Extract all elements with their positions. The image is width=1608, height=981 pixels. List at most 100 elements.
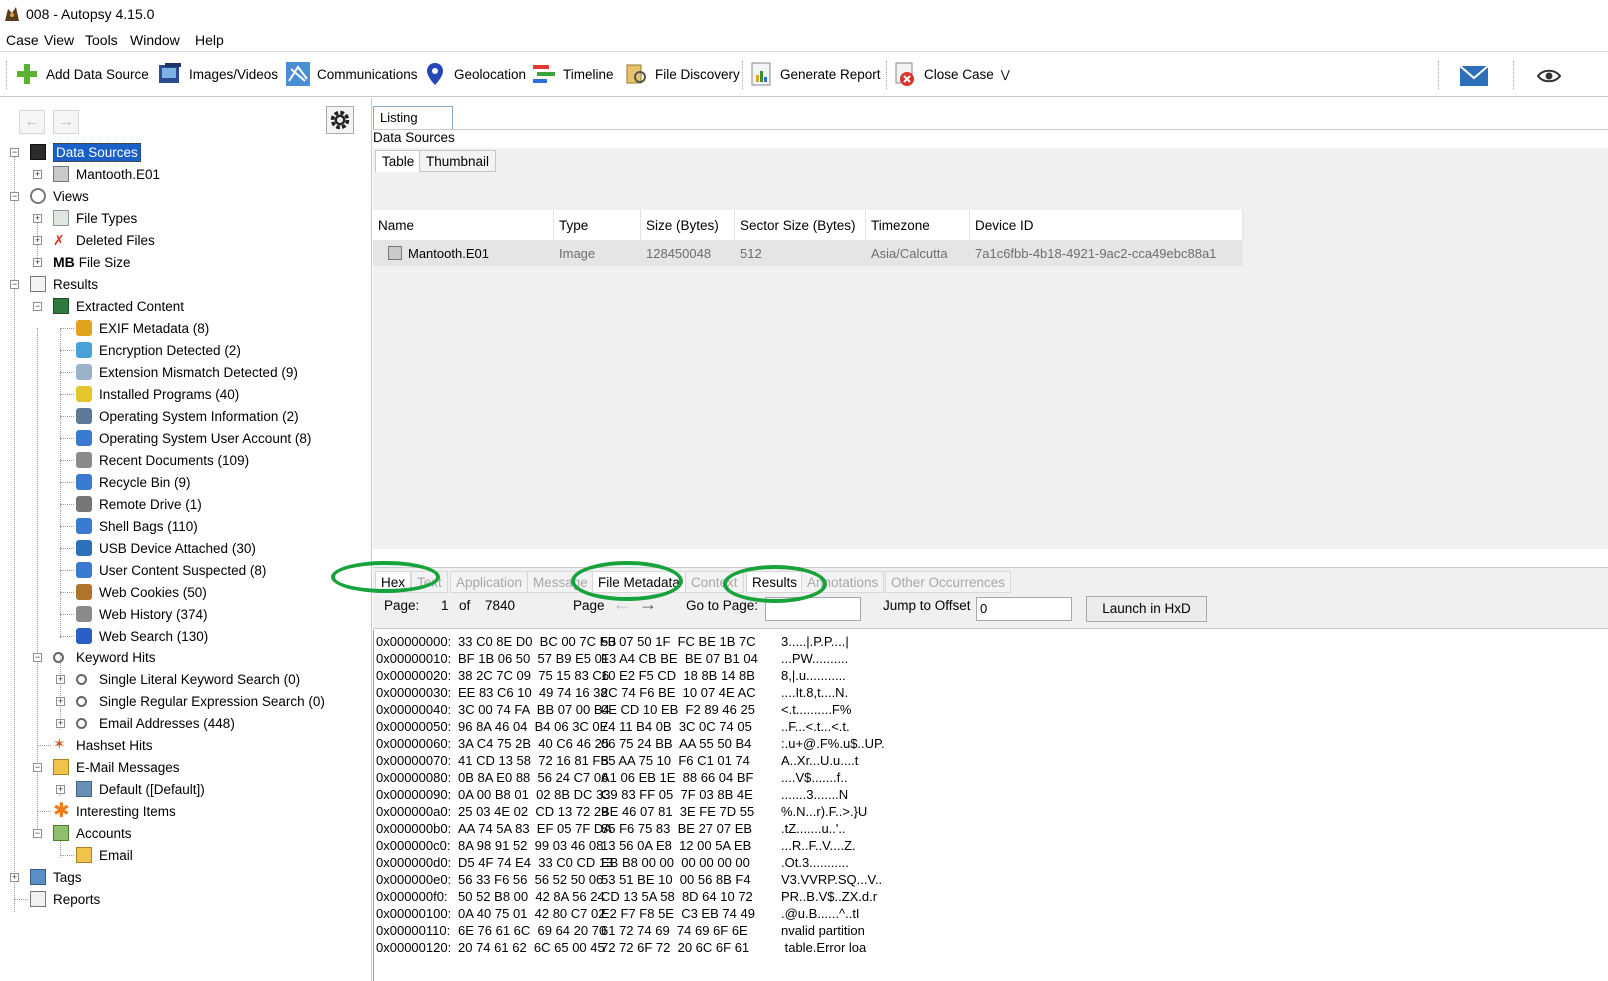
- tree-extracted-item[interactable]: User Content Suspected (8): [76, 559, 266, 581]
- hex-row: 0x00000010: BF 1B 06 50 57 B9 E5 01F3 A4 …: [376, 651, 848, 666]
- tree-extracted-item[interactable]: Installed Programs (40): [76, 383, 239, 405]
- tree-keyword-item[interactable]: Single Literal Keyword Search (0): [76, 668, 300, 690]
- tree-deleted-files[interactable]: ✗ Deleted Files: [53, 229, 155, 251]
- menu-case[interactable]: Case: [6, 32, 39, 48]
- hex-off: 0x000000b0:: [376, 821, 452, 836]
- hex-off: 0x00000070:: [376, 753, 452, 768]
- communications-button[interactable]: Communications: [285, 59, 418, 89]
- column-header-name[interactable]: Name: [373, 210, 554, 240]
- add-data-source-button[interactable]: Add Data Source: [14, 59, 149, 89]
- geolocation-button[interactable]: Geolocation: [422, 59, 526, 89]
- content-viewer-tabs: Hex Text Application Message File Metada…: [373, 567, 1608, 593]
- forward-arrow-icon[interactable]: →: [53, 110, 79, 134]
- column-header-sector-size[interactable]: Sector Size (Bytes): [735, 210, 866, 240]
- directory-tree-panel: ← → − Data Sources + Mantooth.E01 − View…: [0, 98, 372, 981]
- tab-other-occurrences[interactable]: Other Occurrences: [885, 571, 1012, 593]
- hex-h2: 2C 74 F6 BE 10 07 4E AC: [601, 685, 756, 700]
- tree-email-messages[interactable]: E-Mail Messages: [53, 756, 180, 778]
- tab-thumbnail[interactable]: Thumbnail: [419, 150, 497, 172]
- hashset-icon: ✶: [53, 736, 66, 753]
- tree-item-label: Web Cookies (50): [99, 584, 207, 600]
- tree-file-size[interactable]: MB File Size: [53, 251, 131, 273]
- column-header-device-id[interactable]: Device ID: [970, 210, 1243, 240]
- tree-default-folder[interactable]: Default ([Default]): [76, 778, 205, 800]
- hex-off: 0x00000120:: [376, 940, 452, 955]
- tree-email[interactable]: Email: [76, 844, 133, 866]
- tab-listing[interactable]: Listing: [373, 106, 453, 130]
- tree-data-sources[interactable]: Data Sources: [30, 141, 141, 163]
- tree-extracted-item[interactable]: Recycle Bin (9): [76, 471, 191, 493]
- tree-extracted-item[interactable]: Encryption Detected (2): [76, 339, 241, 361]
- tree-extracted-item[interactable]: Web Search (130): [76, 625, 208, 647]
- tree-results[interactable]: Results: [30, 273, 98, 295]
- hex-h1: 96 8A 46 04 B4 06 3C 0E: [458, 719, 609, 734]
- column-header-size[interactable]: Size (Bytes): [641, 210, 735, 240]
- hex-h2: F3 A4 CB BE BE 07 B1 04: [601, 651, 758, 666]
- eye-icon[interactable]: [1537, 68, 1561, 84]
- hex-h2: 85 F6 75 83 BE 27 07 EB: [601, 821, 753, 836]
- tree-extracted-item[interactable]: USB Device Attached (30): [76, 537, 256, 559]
- tree-item-label: USB Device Attached (30): [99, 540, 256, 556]
- menu-view[interactable]: View: [44, 32, 74, 48]
- mb-icon: MB: [53, 254, 75, 270]
- column-header-timezone[interactable]: Timezone: [866, 210, 970, 240]
- generate-report-button[interactable]: Generate Report: [748, 59, 881, 89]
- add-plus-icon: [17, 64, 37, 84]
- jump-to-offset-input[interactable]: 0: [976, 597, 1072, 621]
- tree-extracted-item[interactable]: Shell Bags (110): [76, 515, 198, 537]
- tree-hashset-hits[interactable]: ✶ Hashset Hits: [53, 734, 153, 756]
- tree-tags[interactable]: Tags: [30, 866, 82, 888]
- table-row[interactable]: Mantooth.E01 Image 128450048 512 Asia/Ca…: [373, 240, 1243, 266]
- disk-image-icon: [388, 246, 402, 260]
- tree-extracted-content[interactable]: Extracted Content: [53, 295, 184, 317]
- hex-h1: 0A 00 B8 01 02 8B DC 33: [458, 787, 611, 802]
- menu-help[interactable]: Help: [195, 32, 224, 48]
- hex-h1: 8A 98 91 52 99 03 46 08: [458, 838, 604, 853]
- hex-view[interactable]: 0x00000000: 33 C0 8E D0 BC 00 7C FB50 07 …: [373, 630, 1608, 981]
- tree-reports[interactable]: Reports: [30, 888, 100, 910]
- hex-h2: C9 83 FF 05 7F 03 8B 4E: [601, 787, 753, 802]
- file-discovery-button[interactable]: File Discovery: [623, 59, 740, 89]
- communications-icon: [286, 62, 310, 86]
- of-label: of: [459, 598, 471, 613]
- tab-table[interactable]: Table: [375, 150, 422, 172]
- chevron-down-icon[interactable]: ⋁: [1001, 68, 1010, 81]
- launch-in-hxd-button[interactable]: Launch in HxD: [1086, 596, 1207, 622]
- timeline-button[interactable]: Timeline: [531, 59, 614, 89]
- tree-accounts[interactable]: Accounts: [53, 822, 132, 844]
- hex-row: 0x00000100: 0A 40 75 01 42 80 C7 02E2 F7 …: [376, 906, 860, 921]
- tree-extracted-item[interactable]: Operating System Information (2): [76, 405, 299, 427]
- tree-mantooth-e01[interactable]: Mantooth.E01: [53, 163, 160, 185]
- page-label: Page:: [384, 598, 420, 613]
- menu-tools[interactable]: Tools: [85, 32, 118, 48]
- hex-asc: ....V$.......f..: [781, 770, 848, 785]
- tree-keyword-hits[interactable]: Keyword Hits: [53, 646, 156, 668]
- gear-icon[interactable]: [326, 106, 354, 134]
- images-videos-button[interactable]: Images/Videos: [157, 59, 278, 89]
- tree-file-types[interactable]: File Types: [53, 207, 137, 229]
- hex-row: 0x00000020: 38 2C 7C 09 75 15 83 C610 E2 …: [376, 668, 846, 683]
- cell-timezone: Asia/Calcutta: [871, 246, 948, 261]
- tree-extracted-item[interactable]: Web History (374): [76, 603, 208, 625]
- tree-interesting-items[interactable]: ✱ Interesting Items: [53, 800, 176, 822]
- magnifier-icon: [76, 695, 87, 707]
- mail-icon[interactable]: [1459, 65, 1489, 87]
- tab-application[interactable]: Application: [450, 571, 529, 593]
- tree-keyword-item[interactable]: Email Addresses (448): [76, 712, 235, 734]
- tree-keyword-item[interactable]: Single Regular Expression Search (0): [76, 690, 325, 712]
- tree-views[interactable]: Views: [30, 185, 89, 207]
- tree-extracted-item[interactable]: Extension Mismatch Detected (9): [76, 361, 298, 383]
- tree-extracted-item[interactable]: Recent Documents (109): [76, 449, 249, 471]
- menu-window[interactable]: Window: [130, 32, 180, 48]
- hex-row: 0x00000060: 3A C4 75 2B 40 C6 46 2506 75 …: [376, 736, 885, 751]
- column-header-type[interactable]: Type: [554, 210, 641, 240]
- close-case-button[interactable]: Close Case ⋁: [892, 59, 1010, 89]
- tree-extracted-item[interactable]: Operating System User Account (8): [76, 427, 311, 449]
- back-arrow-icon[interactable]: ←: [19, 110, 45, 134]
- hex-h1: 56 33 F6 56 56 52 50 06: [458, 872, 604, 887]
- tree-extracted-item[interactable]: Web Cookies (50): [76, 581, 207, 603]
- magnifier-icon: [76, 673, 87, 685]
- tree-extracted-item[interactable]: Remote Drive (1): [76, 493, 202, 515]
- hex-h2: 72 72 6F 72 20 6C 6F 61: [601, 940, 750, 955]
- tree-extracted-item[interactable]: EXIF Metadata (8): [76, 317, 209, 339]
